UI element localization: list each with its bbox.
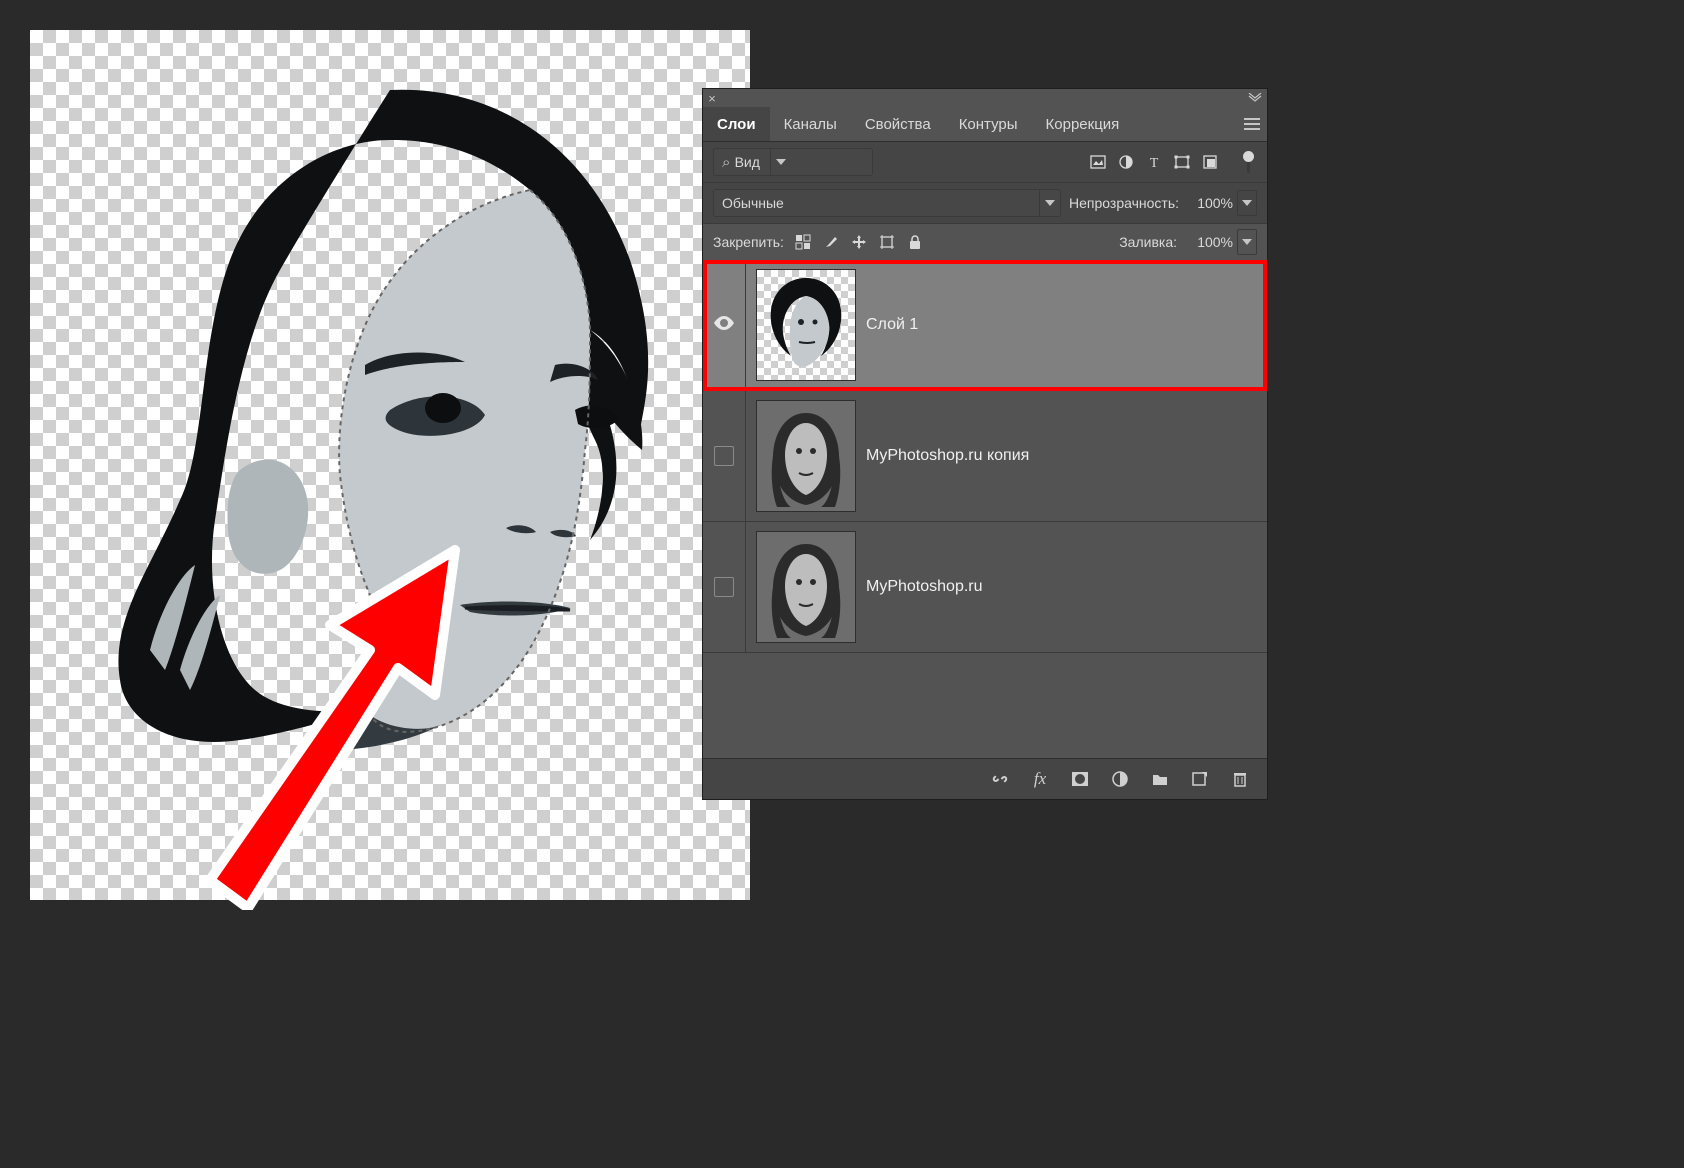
tab-layers[interactable]: Слои	[703, 107, 770, 141]
filter-smart-icon[interactable]	[1199, 151, 1221, 173]
blend-row: Обычные Непрозрачность: 100%	[703, 183, 1267, 224]
layer-name[interactable]: MyPhotoshop.ru	[866, 578, 983, 596]
layer-row[interactable]: MyPhotoshop.ru копия	[703, 391, 1267, 522]
fill-field[interactable]: 100%	[1187, 230, 1257, 254]
mask-icon[interactable]	[1069, 768, 1091, 790]
layer-row[interactable]: Слой 1	[703, 260, 1267, 391]
tab-paths[interactable]: Контуры	[945, 107, 1032, 141]
delete-icon[interactable]	[1229, 768, 1251, 790]
layer-row[interactable]: MyPhotoshop.ru	[703, 522, 1267, 653]
collapse-icon[interactable]	[1243, 89, 1267, 107]
panel-titlebar: ×	[703, 89, 1267, 107]
layer-thumbnail[interactable]	[756, 400, 856, 512]
lock-icon-group	[794, 233, 924, 251]
filter-toggle[interactable]	[1243, 151, 1257, 173]
filter-kind-dropdown[interactable]: Вид	[713, 148, 873, 176]
tab-channels[interactable]: Каналы	[770, 107, 851, 141]
blend-mode-value: Обычные	[714, 195, 794, 211]
panel-tabs: Слои Каналы Свойства Контуры Коррекция	[703, 107, 1267, 142]
lock-row: Закрепить: Заливка: 100%	[703, 224, 1267, 260]
layer-thumbnail[interactable]	[756, 269, 856, 381]
fx-icon[interactable]: fx	[1029, 768, 1051, 790]
visibility-empty-icon	[714, 446, 734, 466]
filter-shape-icon[interactable]	[1171, 151, 1193, 173]
chevron-down-icon	[1039, 190, 1060, 216]
tab-properties[interactable]: Свойства	[851, 107, 945, 141]
lock-all-icon[interactable]	[906, 233, 924, 251]
close-icon[interactable]: ×	[703, 89, 721, 107]
fill-label: Заливка:	[1119, 234, 1177, 250]
layer-name[interactable]: Слой 1	[866, 316, 918, 334]
lock-label: Закрепить:	[713, 234, 784, 250]
filter-kind-label: Вид	[714, 154, 770, 171]
visibility-toggle[interactable]	[703, 522, 746, 652]
lock-pixels-icon[interactable]	[794, 233, 812, 251]
filter-type-icon[interactable]: T	[1143, 151, 1165, 173]
chevron-down-icon	[1237, 229, 1257, 255]
layer-name[interactable]: MyPhotoshop.ru копия	[866, 447, 1029, 465]
fill-value: 100%	[1187, 234, 1237, 250]
adjustment-layer-icon[interactable]	[1109, 768, 1131, 790]
visibility-toggle[interactable]	[703, 260, 746, 390]
filter-adjustment-icon[interactable]	[1115, 151, 1137, 173]
new-layer-icon[interactable]	[1189, 768, 1211, 790]
group-icon[interactable]	[1149, 768, 1171, 790]
layer-list: Слой 1 MyPhotoshop.ru копия	[703, 260, 1267, 653]
blend-mode-dropdown[interactable]: Обычные	[713, 189, 1061, 217]
annotation-arrow	[170, 510, 470, 910]
canvas-area[interactable]	[30, 30, 750, 900]
opacity-label: Непрозрачность:	[1069, 195, 1179, 211]
lock-brush-icon[interactable]	[822, 233, 840, 251]
tab-adjustments[interactable]: Коррекция	[1032, 107, 1134, 141]
layers-panel: × Слои Каналы Свойства Контуры Коррекция…	[702, 88, 1268, 800]
visibility-toggle[interactable]	[703, 391, 746, 521]
filter-image-icon[interactable]	[1087, 151, 1109, 173]
opacity-value: 100%	[1187, 195, 1237, 211]
panel-menu-icon[interactable]	[1237, 107, 1267, 141]
visibility-empty-icon	[714, 577, 734, 597]
eye-icon	[713, 316, 735, 335]
panel-footer: fx	[703, 758, 1267, 799]
lock-artboard-icon[interactable]	[878, 233, 896, 251]
filter-row: Вид T	[703, 142, 1267, 183]
lock-move-icon[interactable]	[850, 233, 868, 251]
chevron-down-icon	[770, 149, 791, 175]
link-layers-icon[interactable]	[989, 768, 1011, 790]
filter-icon-group: T	[1087, 151, 1221, 173]
chevron-down-icon	[1237, 190, 1257, 216]
layer-thumbnail[interactable]	[756, 531, 856, 643]
opacity-field[interactable]: 100%	[1187, 191, 1257, 215]
svg-text:T: T	[1150, 156, 1159, 170]
